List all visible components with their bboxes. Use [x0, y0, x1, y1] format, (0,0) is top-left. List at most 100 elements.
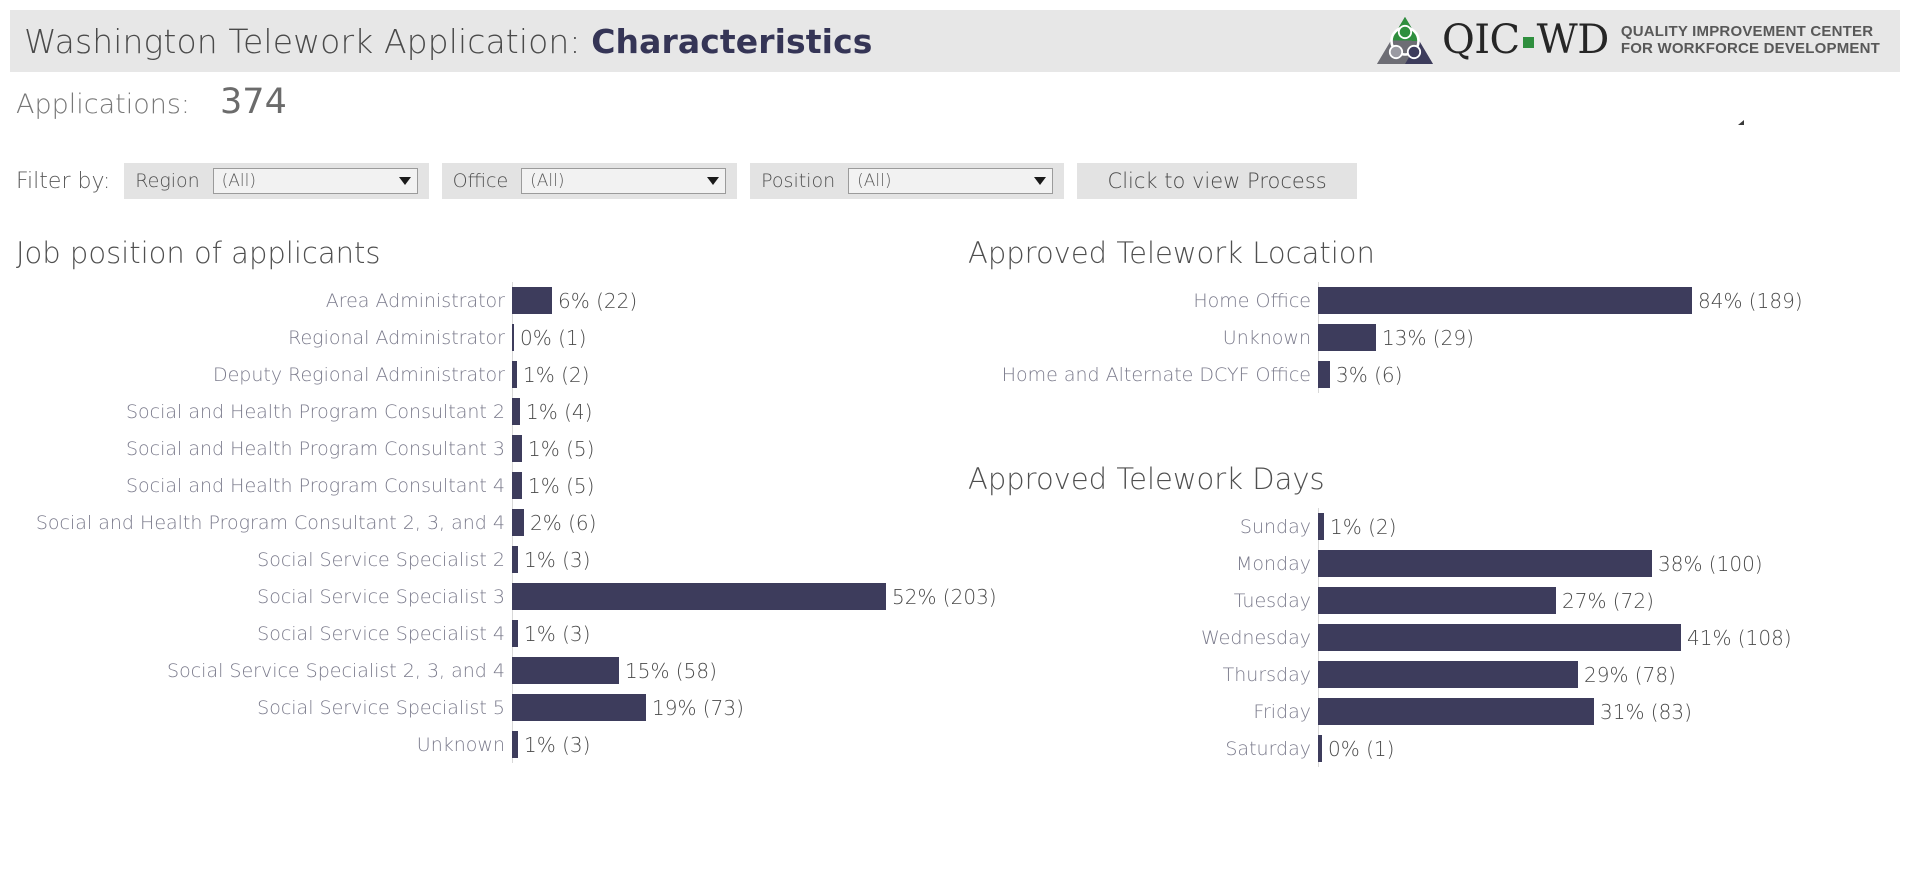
bar[interactable]	[512, 398, 520, 425]
bar-row[interactable]: Deputy Regional Administrator 1% (2)	[16, 356, 976, 393]
view-process-button[interactable]: Click to view Process	[1077, 163, 1358, 199]
bar-row[interactable]: Social Service Specialist 3 52% (203)	[16, 578, 997, 615]
bar-cell: 2% (6)	[512, 504, 976, 541]
bar-row[interactable]: Social Service Specialist 2, 3, and 4 15%…	[16, 652, 976, 689]
applications-label: Applications:	[16, 89, 191, 120]
bar-row[interactable]: Social Service Specialist 5 19% (73)	[16, 689, 976, 726]
bar[interactable]	[1318, 698, 1594, 725]
bar-value-label: 1% (3)	[524, 732, 591, 757]
bar-value-label: 1% (2)	[1330, 514, 1397, 539]
bar-category-label: Regional Administrator	[288, 326, 505, 349]
bar[interactable]	[512, 472, 522, 499]
page-title: Washington Telework Application: Charact…	[24, 22, 873, 61]
bar-row[interactable]: Home Office 84% (189)	[968, 282, 1903, 319]
bar-row[interactable]: Social and Health Program Consultant 4 1%…	[16, 467, 976, 504]
logo-wordmark-wd: WD	[1536, 17, 1610, 63]
bar[interactable]	[1318, 287, 1692, 314]
bar-value-label: 6% (22)	[558, 288, 638, 313]
telework-days-bar-chart: Sunday 1% (2) Monday 38% (100) Tuesday 27% (7…	[968, 508, 1903, 767]
bar-row[interactable]: Social and Health Program Consultant 2 1%…	[16, 393, 976, 430]
bar[interactable]	[1318, 550, 1652, 577]
bar-row[interactable]: Area Administrator 6% (22)	[16, 282, 976, 319]
bar-value-label: 19% (73)	[652, 695, 744, 720]
bar-row[interactable]: Sunday 1% (2)	[968, 508, 1903, 545]
job-position-bar-chart: Area Administrator 6% (22) Regional Admini…	[16, 282, 997, 763]
telework-location-bar-chart: Home Office 84% (189) Unknown 13% (29) Home …	[968, 282, 1903, 393]
bar-cell: 52% (203)	[512, 578, 997, 615]
logo-wordmark-qic: QIC	[1441, 17, 1520, 63]
region-dropdown-value: (All)	[221, 170, 257, 191]
bar-cell: 1% (3)	[512, 541, 976, 578]
bar-value-label: 13% (29)	[1382, 325, 1474, 350]
bar-value-label: 2% (6)	[530, 510, 597, 535]
bar-cell: 1% (2)	[512, 356, 976, 393]
bar-cell: 6% (22)	[512, 282, 976, 319]
qicwd-triangle-icon	[1376, 17, 1433, 64]
filter-group-region: Region (All)	[124, 163, 429, 199]
bar-row[interactable]: Social Service Specialist 4 1% (3)	[16, 615, 976, 652]
bar[interactable]	[512, 435, 522, 462]
page-title-accent: Characteristics	[591, 21, 873, 61]
bar-value-label: 3% (6)	[1336, 362, 1403, 387]
bar[interactable]	[1318, 587, 1556, 614]
bar-category-label: Social Service Specialist 2	[257, 548, 505, 571]
bar[interactable]	[1318, 324, 1376, 351]
bar[interactable]	[512, 583, 886, 610]
chevron-down-icon	[707, 177, 720, 185]
page-title-main: Washington Telework Application:	[24, 21, 592, 61]
bar-row[interactable]: Wednesday 41% (108)	[968, 619, 1903, 656]
bar[interactable]	[1318, 661, 1578, 688]
bar-value-label: 0% (1)	[520, 325, 587, 350]
bar-cell: 13% (29)	[1318, 319, 1903, 356]
job-position-chart-title: Job position of applicants	[16, 236, 381, 270]
bar-row[interactable]: Regional Administrator 0% (1)	[16, 319, 976, 356]
app-header: Washington Telework Application: Charact…	[10, 10, 1900, 72]
bar-row[interactable]: Unknown 1% (3)	[16, 726, 976, 763]
position-dropdown[interactable]: (All)	[848, 168, 1054, 194]
bar[interactable]	[512, 287, 552, 314]
bar-row[interactable]: Social and Health Program Consultant 3 1%…	[16, 430, 976, 467]
bar-cell: 15% (58)	[512, 652, 976, 689]
bar-category-label: Social and Health Program Consultant 4	[126, 474, 505, 497]
bar-category-label: Monday	[1235, 552, 1311, 575]
bar-row[interactable]: Thursday 29% (78)	[968, 656, 1903, 693]
bar[interactable]	[1318, 361, 1330, 388]
bar-category-label: Social Service Specialist 5	[257, 696, 505, 719]
bar-row[interactable]: Friday 31% (83)	[968, 693, 1903, 730]
bar-row[interactable]: Tuesday 27% (72)	[968, 582, 1903, 619]
bar-value-label: 1% (2)	[523, 362, 590, 387]
region-dropdown[interactable]: (All)	[212, 168, 418, 194]
bar-row[interactable]: Monday 38% (100)	[968, 545, 1903, 582]
bar-row[interactable]: Saturday 0% (1)	[968, 730, 1903, 767]
bar-category-label: Social and Health Program Consultant 3	[126, 437, 505, 460]
bar[interactable]	[512, 509, 524, 536]
logo-tagline: QUALITY IMPROVEMENT CENTER FOR WORKFORCE…	[1615, 23, 1880, 58]
bar-category-label: Thursday	[1222, 663, 1311, 686]
office-dropdown[interactable]: (All)	[521, 168, 727, 194]
bar-category-label: Social and Health Program Consultant 2, …	[35, 511, 505, 534]
bar-category-label: Unknown	[1222, 326, 1311, 349]
bar[interactable]	[1318, 624, 1681, 651]
filter-label-office: Office	[452, 170, 509, 192]
bar-value-label: 1% (3)	[524, 547, 591, 572]
chevron-down-icon	[398, 177, 411, 185]
bar-cell: 0% (1)	[512, 319, 976, 356]
bar-row[interactable]: Social Service Specialist 2 1% (3)	[16, 541, 976, 578]
bar-row[interactable]: Unknown 13% (29)	[968, 319, 1903, 356]
bar-category-label: Social Service Specialist 3	[257, 585, 505, 608]
filter-bar: Filter by: Region (All) Office (All) Pos…	[16, 163, 1358, 199]
bar-category-label: Home and Alternate DCYF Office	[1001, 363, 1311, 386]
bar-value-label: 0% (1)	[1328, 736, 1395, 761]
bar-value-label: 1% (3)	[524, 621, 591, 646]
bar[interactable]	[512, 694, 646, 721]
bar-row[interactable]: Social and Health Program Consultant 2, …	[16, 504, 976, 541]
qicwd-logo: QIC WD QUALITY IMPROVEMENT CENTER FOR WOR…	[1374, 15, 1892, 67]
bar-category-label: Friday	[1253, 700, 1311, 723]
applications-count: 374	[220, 82, 287, 122]
bar-value-label: 84% (189)	[1698, 288, 1803, 313]
bar-row[interactable]: Home and Alternate DCYF Office 3% (6)	[968, 356, 1903, 393]
bar[interactable]	[512, 657, 619, 684]
bar-cell: 38% (100)	[1318, 545, 1903, 582]
logo-wordmark: QIC WD	[1442, 20, 1609, 60]
cursor-artifact-icon	[1738, 120, 1744, 125]
